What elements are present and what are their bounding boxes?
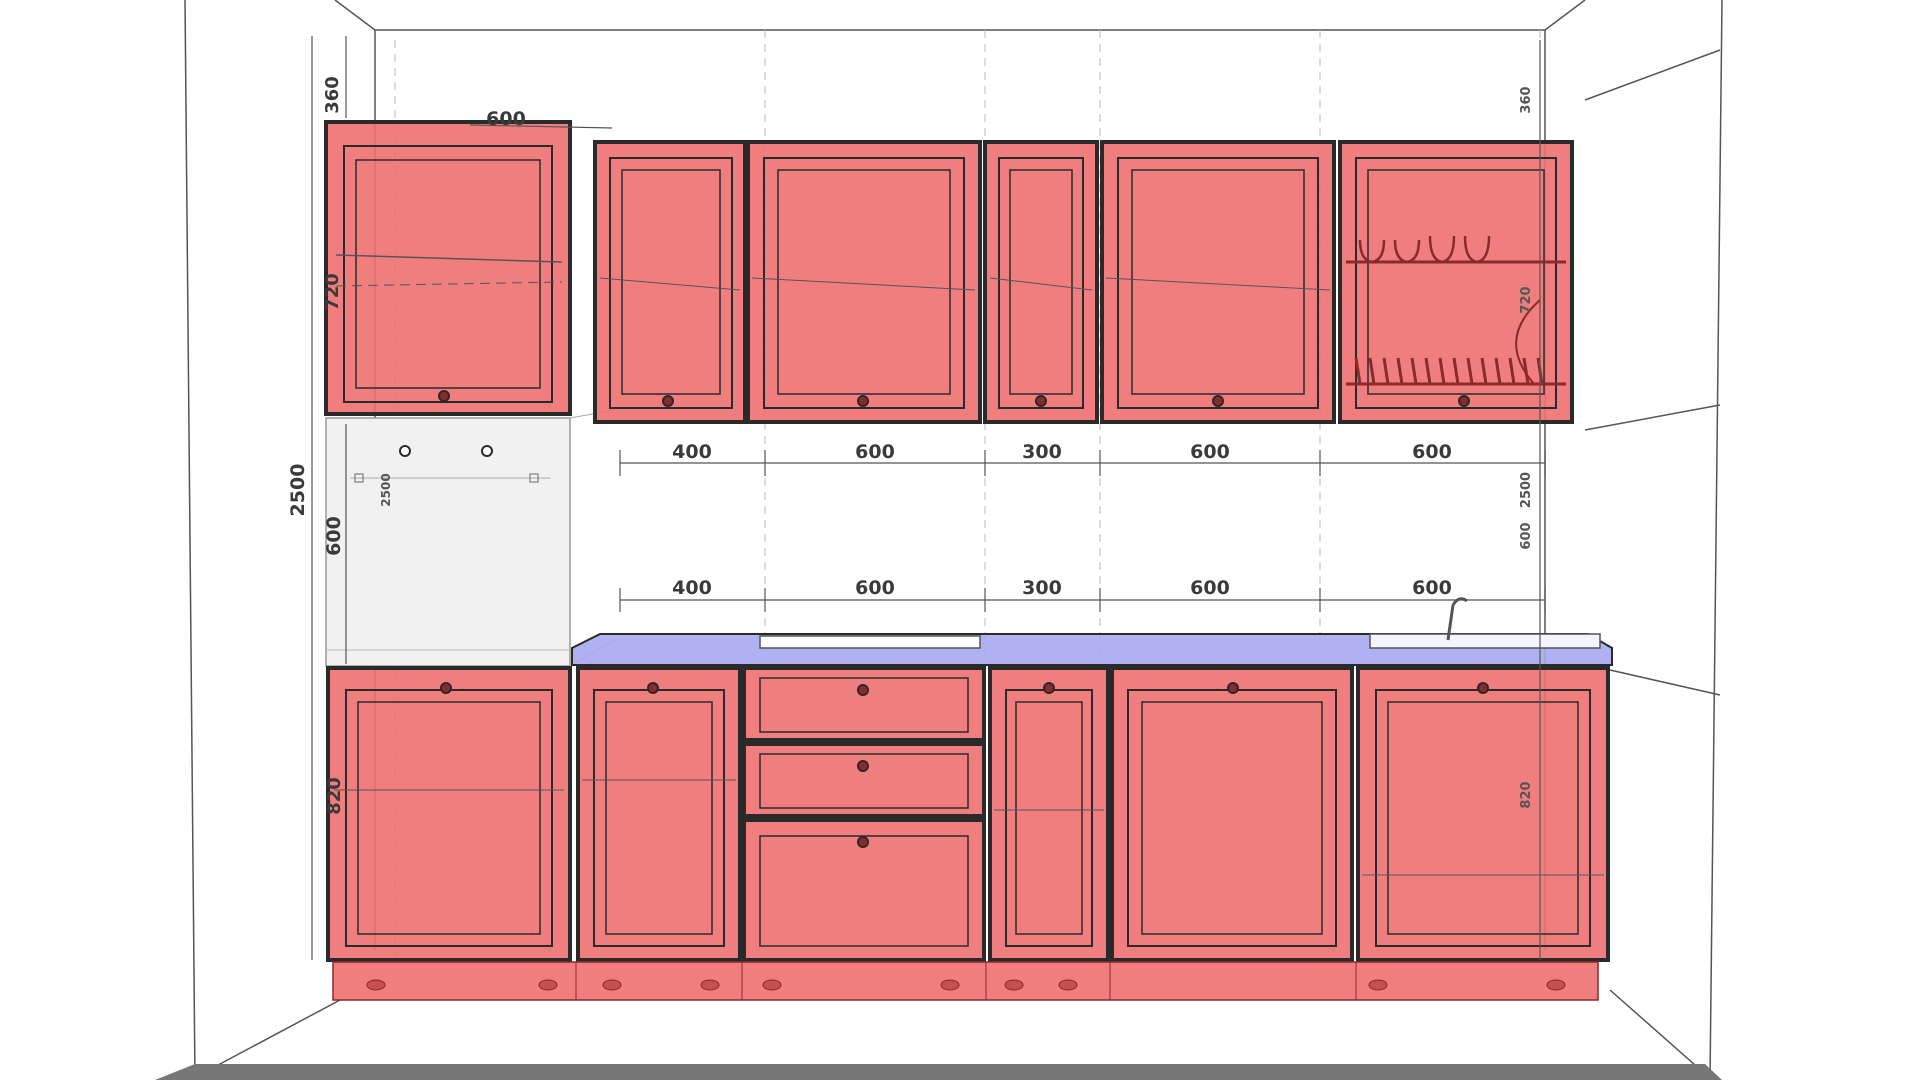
dim-lower-width-1: 400: [672, 577, 712, 599]
dim-right-upper: 720: [1519, 286, 1534, 313]
dim-right-total: 2500: [1519, 472, 1534, 508]
dim-base-height: 820: [324, 777, 345, 815]
drawer-knob: [857, 684, 869, 696]
dim-right-top: 360: [1519, 86, 1534, 113]
dim-total-height: 2500: [287, 464, 309, 517]
dim-upper-width-4: 600: [1190, 441, 1230, 463]
base-cabinet-600-drawers[interactable]: [742, 666, 986, 962]
door-knob: [1035, 395, 1047, 407]
dim-right-base: 820: [1519, 781, 1534, 808]
dim-upper-width-3: 300: [1022, 441, 1062, 463]
dim-lower-width-2: 600: [855, 577, 895, 599]
base-cabinet-column[interactable]: [326, 666, 572, 962]
dim-upper-width-2: 600: [855, 441, 895, 463]
dim-lower-width-3: 300: [1022, 577, 1062, 599]
dim-upper-width-1: 400: [672, 441, 712, 463]
dim-niche-height: 600: [323, 516, 345, 556]
upper-cabinet-600b[interactable]: [1100, 140, 1336, 424]
niche-knob-left: [399, 445, 411, 457]
upper-cabinet-600-dish-rack[interactable]: [1338, 140, 1574, 424]
dim-column-width: 600: [486, 108, 526, 130]
door-knob: [1227, 682, 1239, 694]
base-cabinet-600-sink[interactable]: [1356, 666, 1610, 962]
door-knob: [1043, 682, 1055, 694]
dim-right-niche: 600: [1519, 522, 1534, 549]
base-cabinet-600[interactable]: [1110, 666, 1354, 962]
door-knob: [440, 682, 452, 694]
door-knob: [1212, 395, 1224, 407]
column-upper-cabinet[interactable]: [324, 120, 572, 416]
drawer-knob: [857, 760, 869, 772]
floor-edge: [155, 1064, 1722, 1080]
upper-cabinet-600[interactable]: [746, 140, 982, 424]
oven-niche: [325, 409, 616, 667]
dim-lower-width-4: 600: [1190, 577, 1230, 599]
upper-cabinet-300[interactable]: [983, 140, 1099, 424]
dim-upper-width-5: 600: [1412, 441, 1452, 463]
door-knob: [438, 390, 450, 402]
sink: [1369, 633, 1601, 649]
countertop: [571, 597, 1613, 666]
door-knob: [857, 395, 869, 407]
plinth: [332, 961, 1599, 1001]
door-knob: [1477, 682, 1489, 694]
dim-lower-width-5: 600: [1412, 577, 1452, 599]
dim-top-gap: 360: [322, 76, 343, 114]
door-knob: [1458, 395, 1470, 407]
upper-cabinet-400[interactable]: [593, 140, 747, 424]
niche-knob-right: [481, 445, 493, 457]
cooktop: [759, 635, 981, 649]
kitchen-elevation-drawing: 2500 360 720 600 820 600 2500 400 600 30…: [155, 0, 1723, 1080]
base-cabinet-300[interactable]: [988, 666, 1110, 962]
drawer-knob: [857, 836, 869, 848]
base-cabinet-400[interactable]: [576, 666, 742, 962]
dim-upper-height: 720: [322, 273, 343, 311]
dim-column-inner-height: 2500: [379, 473, 393, 506]
door-knob: [647, 682, 659, 694]
door-knob: [662, 395, 674, 407]
